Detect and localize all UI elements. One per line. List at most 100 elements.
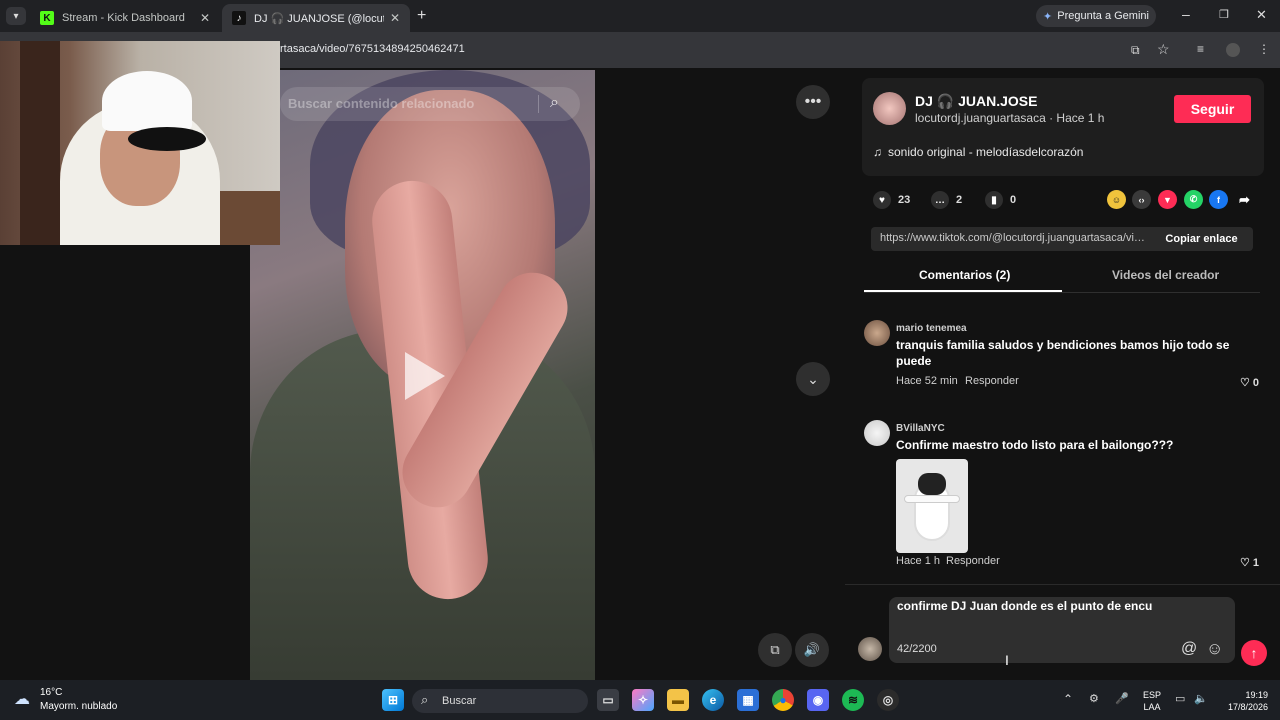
close-icon[interactable]: ✕ xyxy=(200,11,210,25)
profile-avatar[interactable] xyxy=(1226,43,1240,57)
search-placeholder: Buscar contenido relacionado xyxy=(288,96,475,111)
tab-creator-videos[interactable]: Videos del creador xyxy=(1112,268,1219,282)
comment-avatar[interactable] xyxy=(864,320,890,346)
tab-active-indicator xyxy=(864,290,1062,292)
search-icon: ⌕ xyxy=(421,692,429,707)
store-icon[interactable]: ▦ xyxy=(737,689,759,711)
whatsapp-icon[interactable]: ✆ xyxy=(1184,190,1203,209)
mention-icon[interactable]: @ xyxy=(1181,640,1197,658)
speaker-icon[interactable]: 🔈 xyxy=(1194,692,1208,705)
file-explorer-icon[interactable]: ▬ xyxy=(667,689,689,711)
language-variant: LAA xyxy=(1143,702,1161,712)
music-link[interactable]: ♫ sonido original - melodíasdelcorazón xyxy=(873,145,1083,159)
like-stat[interactable]: ♥ 23 xyxy=(873,191,910,209)
comment-like-count: 1 xyxy=(1252,557,1260,569)
follow-button[interactable]: Seguir xyxy=(1174,95,1251,123)
creator-handle[interactable]: locutordj.juanguartasaca · Hace 1 h xyxy=(915,111,1104,125)
chevron-down-icon[interactable]: ⌄ xyxy=(796,362,830,396)
picture-in-picture-icon[interactable]: ⧉ xyxy=(758,633,792,667)
send-to-friends-icon[interactable]: ▼ xyxy=(1158,190,1177,209)
embed-icon[interactable]: ‹› xyxy=(1132,190,1151,209)
send-comment-button[interactable]: ↑ xyxy=(1241,640,1267,666)
like-count: 23 xyxy=(898,194,911,206)
spotify-icon[interactable]: ≋ xyxy=(842,689,864,711)
save-count: 0 xyxy=(1010,194,1017,206)
gemini-button[interactable]: ✦ Pregunta a Gemini xyxy=(1036,5,1156,27)
save-stat[interactable]: ▮ 0 xyxy=(985,191,1016,209)
tray-app-icon[interactable]: ⚙ xyxy=(1089,692,1099,705)
repost-icon[interactable]: ☺ xyxy=(1107,190,1126,209)
related-search-input[interactable]: Buscar contenido relacionado ⌕ xyxy=(280,87,580,121)
task-view-icon[interactable]: ▭ xyxy=(597,689,619,711)
browser-menu-icon[interactable]: ⋮ xyxy=(1258,42,1270,56)
tab-list-button[interactable]: ▾ xyxy=(6,7,26,25)
search-icon[interactable]: ⌕ xyxy=(550,94,559,112)
discord-icon[interactable]: ◉ xyxy=(807,689,829,711)
share-link-text[interactable]: https://www.tiktok.com/@locutordj.juangu… xyxy=(880,232,1146,244)
heart-icon: ♥ xyxy=(873,191,891,209)
emoji-icon[interactable]: ☺ xyxy=(1206,639,1223,659)
close-icon[interactable]: ✕ xyxy=(390,11,400,25)
reply-button[interactable]: Responder xyxy=(965,375,1019,387)
tab-divider xyxy=(864,292,1260,293)
comment-username[interactable]: mario tenemea xyxy=(896,323,967,334)
chrome-icon[interactable]: ● xyxy=(772,689,794,711)
facebook-icon[interactable]: f xyxy=(1209,190,1228,209)
install-app-icon[interactable]: ⧉ xyxy=(1131,43,1140,58)
music-title: sonido original - melodíasdelcorazón xyxy=(888,145,1084,159)
language-code: ESP xyxy=(1143,690,1162,700)
obs-icon[interactable]: ◎ xyxy=(877,689,899,711)
windows-start-icon[interactable]: ⊞ xyxy=(382,689,404,711)
comment-time: Hace 52 min xyxy=(896,375,958,387)
comment-input[interactable] xyxy=(897,599,1197,613)
taskbar-search-label: Buscar xyxy=(442,695,477,707)
volume-icon[interactable]: 🔊 xyxy=(795,633,829,667)
tray-chevron-icon[interactable]: ⌃ xyxy=(1063,692,1073,706)
close-window-button[interactable]: ✕ xyxy=(1256,7,1267,23)
comment-stat[interactable]: … 2 xyxy=(931,191,962,209)
webcam-cap xyxy=(102,71,192,131)
comment-icon: … xyxy=(931,191,949,209)
copilot-icon[interactable]: ✧ xyxy=(632,689,654,711)
share-arrow-icon[interactable]: ➦ xyxy=(1235,190,1254,209)
comment-count: 2 xyxy=(956,194,963,206)
clock-date: 17/8/2026 xyxy=(1227,702,1268,712)
comment-time: Hace 1 h xyxy=(896,555,941,567)
comment-like[interactable]: ♡ 0 xyxy=(1240,376,1259,389)
new-tab-button[interactable]: + xyxy=(417,7,426,25)
cat-arms xyxy=(904,495,960,503)
comment-like[interactable]: ♡ 1 xyxy=(1240,556,1259,569)
tab-tiktok-video[interactable]: ♪ DJ 🎧 JUANJOSE (@locutordj.ju ✕ xyxy=(222,4,410,32)
taskbar-search[interactable]: ⌕ Buscar xyxy=(412,689,588,713)
gemini-icon: ✦ xyxy=(1043,10,1053,23)
microphone-icon[interactable]: 🎤 xyxy=(1115,692,1129,705)
webcam-door xyxy=(20,41,60,245)
tab-title: Stream - Kick Dashboard xyxy=(62,12,185,24)
tab-comments[interactable]: Comentarios (2) xyxy=(919,268,1010,282)
creator-name[interactable]: DJ 🎧 JUAN.JOSE xyxy=(915,93,1037,110)
edge-icon[interactable]: e xyxy=(702,689,724,711)
more-options-button[interactable]: ••• xyxy=(796,85,830,119)
comment-text: tranquis familia saludos y bendiciones b… xyxy=(896,338,1230,368)
cloud-sun-icon: ☁ xyxy=(14,691,30,708)
network-icon[interactable]: ▭ xyxy=(1175,692,1185,705)
creator-avatar[interactable] xyxy=(873,92,906,125)
comment-avatar[interactable] xyxy=(864,420,890,446)
kick-icon: K xyxy=(40,11,54,25)
url-text[interactable]: rtasaca/video/7675134894250462471 xyxy=(280,43,465,55)
tab-kick-dashboard[interactable]: K Stream - Kick Dashboard ✕ xyxy=(30,4,220,32)
minimize-button[interactable]: – xyxy=(1182,6,1190,22)
weather-desc: Mayorm. nublado xyxy=(40,701,118,712)
comment-username[interactable]: BVillaNYC xyxy=(896,423,945,434)
play-icon[interactable] xyxy=(405,352,445,400)
composer-divider xyxy=(845,584,1280,585)
tab-title: DJ 🎧 JUANJOSE (@locutordj.ju xyxy=(254,12,384,25)
media-control-icon[interactable]: ≡ xyxy=(1197,42,1204,56)
clock[interactable]: 19:19 17/8/2026 xyxy=(1218,689,1268,713)
language-indicator[interactable]: ESP LAA xyxy=(1143,689,1161,713)
copy-link-button[interactable]: Copiar enlace xyxy=(1150,227,1253,251)
maximize-button[interactable]: ❐ xyxy=(1219,8,1229,21)
comment-sticker-image[interactable] xyxy=(896,459,968,553)
reply-button[interactable]: Responder xyxy=(946,555,1000,567)
bookmark-star-icon[interactable]: ☆ xyxy=(1157,41,1170,58)
